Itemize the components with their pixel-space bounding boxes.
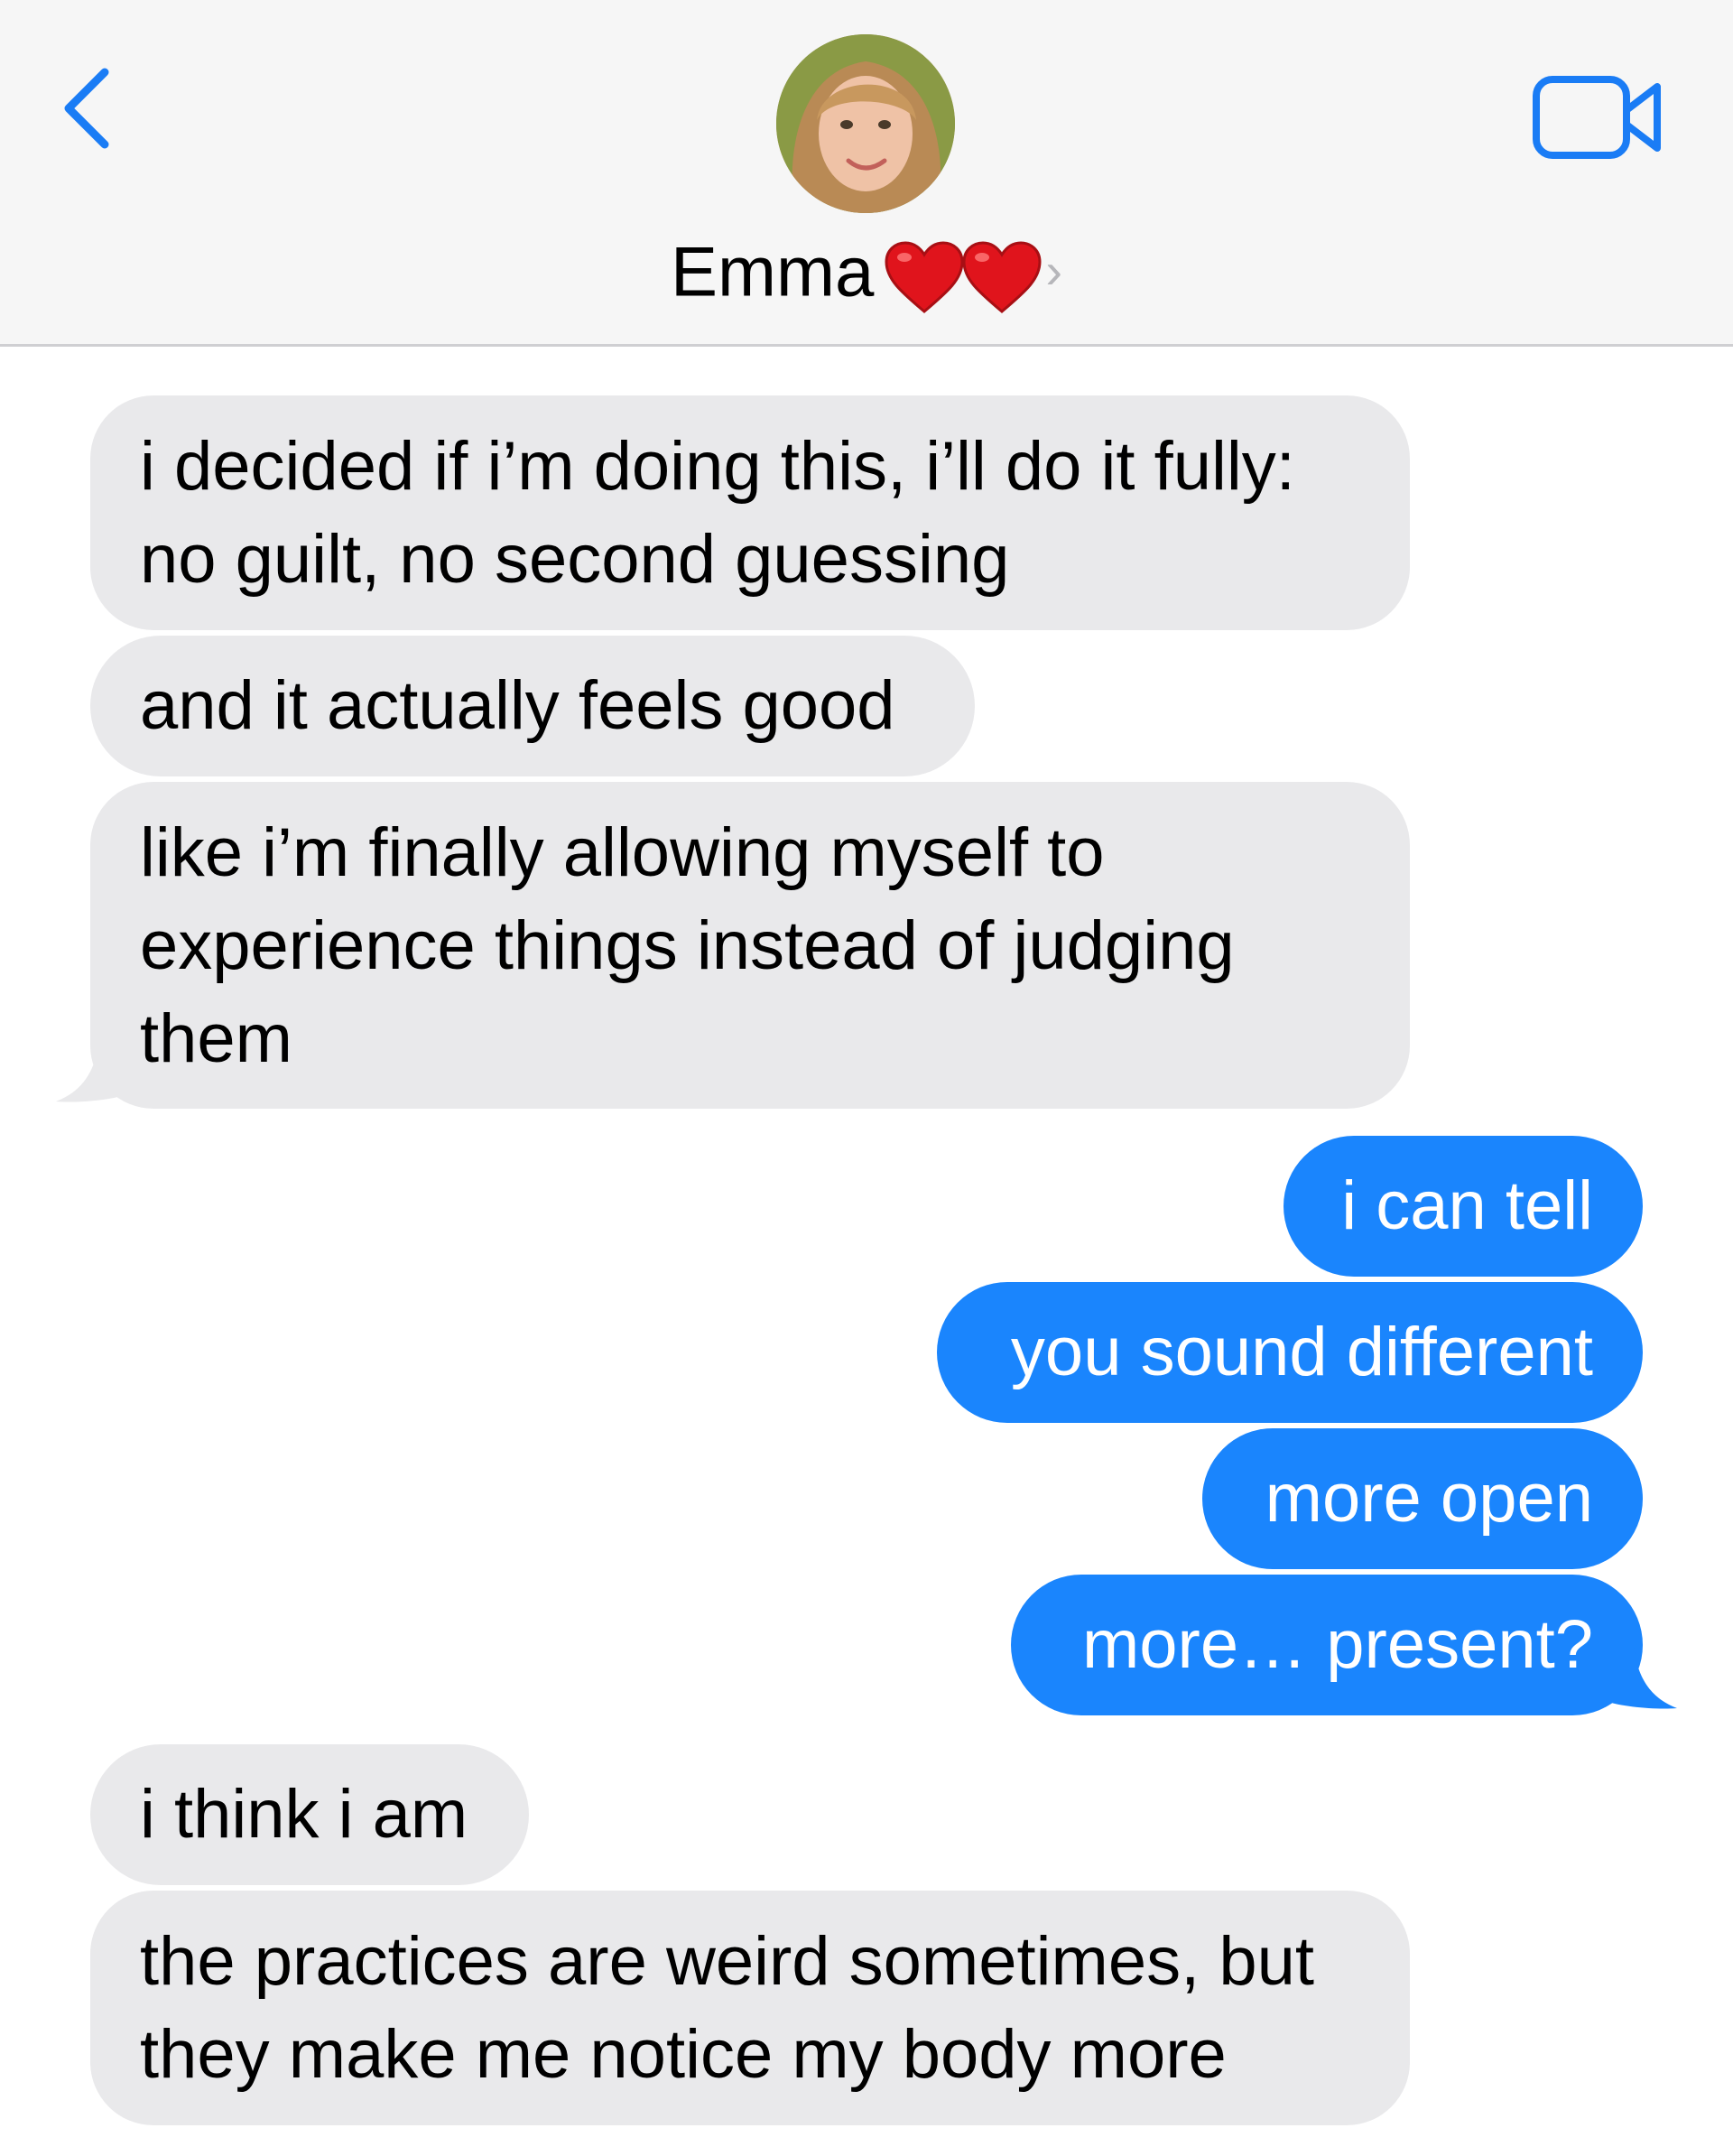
message-line: more… present? — [1081, 1606, 1593, 1683]
message-bubble-outgoing[interactable]: i can tell — [1284, 1136, 1643, 1277]
message-line: and it actually feels good — [140, 667, 895, 744]
contact-name: Emma — [670, 231, 875, 311]
chevron-left-icon — [64, 68, 109, 149]
message-bubble-incoming[interactable]: i think i am — [90, 1744, 529, 1885]
message-bubble-outgoing[interactable]: more open — [1202, 1428, 1643, 1569]
heart-icon — [962, 241, 1042, 313]
conversation-header: Emma › — [0, 0, 1733, 347]
message-line: them — [140, 1000, 292, 1077]
message-bubble-incoming[interactable]: and it actually feels good — [90, 636, 975, 776]
message-bubble-outgoing[interactable]: you sound different — [937, 1282, 1643, 1423]
message-bubble-incoming[interactable]: the practices are weird sometimes, but t… — [90, 1891, 1410, 2125]
contact-avatar[interactable] — [776, 34, 955, 213]
message-line: like i’m finally allowing myself to — [140, 814, 1105, 891]
chevron-right-icon: › — [1045, 242, 1062, 300]
message-line: i can tell — [1341, 1167, 1593, 1244]
video-call-button[interactable] — [1531, 74, 1666, 161]
contact-name-button[interactable]: Emma › — [0, 222, 1733, 315]
message-line: you sound different — [1010, 1314, 1593, 1390]
message-bubble-outgoing[interactable]: more… present? — [1011, 1575, 1643, 1715]
video-camera-icon — [1533, 76, 1661, 159]
avatar-image — [776, 34, 955, 213]
message-line: i think i am — [140, 1776, 468, 1853]
back-button[interactable] — [58, 63, 121, 153]
outgoing-tail — [1599, 1645, 1677, 1709]
heart-icons — [883, 228, 1043, 314]
incoming-tail — [56, 1038, 134, 1102]
message-line: i decided if i’m doing this, i’ll do it … — [140, 428, 1295, 505]
message-line: experience things instead of judging — [140, 907, 1235, 984]
message-line: they make me notice my body more — [140, 2016, 1227, 2093]
message-line: no guilt, no second guessing — [140, 521, 1010, 598]
message-line: more open — [1265, 1460, 1593, 1537]
message-bubble-incoming[interactable]: i decided if i’m doing this, i’ll do it … — [90, 395, 1410, 630]
message-bubble-incoming[interactable]: like i’m finally allowing myself to expe… — [90, 782, 1410, 1109]
heart-icon — [885, 241, 964, 313]
message-line: the practices are weird sometimes, but — [140, 1923, 1314, 2000]
